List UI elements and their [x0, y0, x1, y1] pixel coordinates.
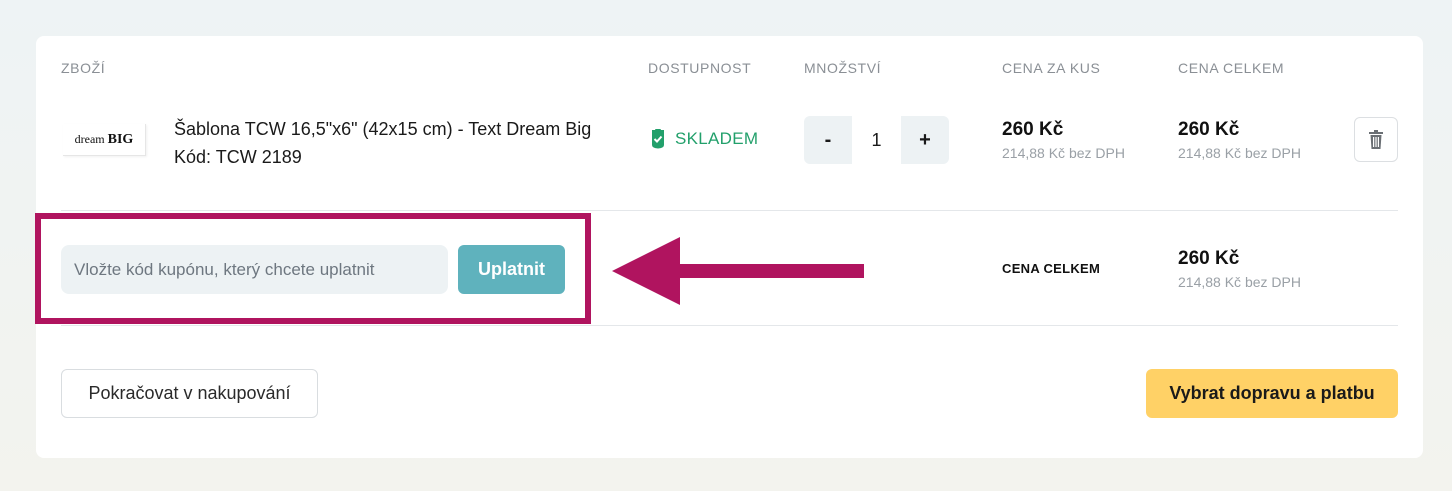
summary-divider — [61, 325, 1398, 326]
total-price-net: 214,88 Kč bez DPH — [1178, 145, 1301, 161]
product-thumbnail[interactable]: dream BIG — [63, 124, 146, 156]
thumbnail-text-script: dream — [74, 132, 105, 146]
arrow-left-icon — [612, 237, 864, 305]
product-name[interactable]: Šablona TCW 16,5"x6" (42x15 cm) - Text D… — [174, 115, 591, 143]
availability-label: SKLADEM — [675, 129, 759, 148]
header-product: ZBOŽÍ — [61, 60, 106, 76]
row-divider — [61, 210, 1398, 211]
quantity-decrease-button[interactable]: - — [804, 116, 852, 164]
trash-icon — [1369, 130, 1383, 149]
continue-shopping-button[interactable]: Pokračovat v nakupování — [61, 369, 318, 418]
annotation-highlight-box — [35, 213, 591, 324]
product-info: Šablona TCW 16,5"x6" (42x15 cm) - Text D… — [174, 115, 591, 171]
summary-total-label: CENA CELKEM — [1002, 261, 1101, 276]
thumbnail-text-bold: BIG — [107, 131, 134, 147]
quantity-increase-button[interactable]: + — [901, 116, 949, 164]
remove-item-button[interactable] — [1354, 117, 1398, 162]
quantity-stepper: - 1 + — [804, 116, 949, 164]
summary-total-net: 214,88 Kč bez DPH — [1178, 274, 1301, 290]
header-availability: DOSTUPNOST — [648, 60, 752, 76]
product-code: Kód: TCW 2189 — [174, 147, 302, 167]
unit-price: 260 Kč — [1002, 119, 1064, 140]
total-price: 260 Kč — [1178, 119, 1240, 140]
quantity-value[interactable]: 1 — [852, 116, 901, 164]
unit-price-net: 214,88 Kč bez DPH — [1002, 145, 1125, 161]
checkout-button[interactable]: Vybrat dopravu a platbu — [1146, 369, 1398, 418]
availability-status: SKLADEM — [649, 129, 758, 149]
shield-check-icon — [652, 129, 664, 149]
header-total-price: CENA CELKEM — [1178, 60, 1285, 76]
header-unit-price: CENA ZA KUS — [1002, 60, 1101, 76]
summary-total: 260 Kč — [1178, 248, 1240, 269]
header-quantity: MNOŽSTVÍ — [804, 60, 882, 76]
